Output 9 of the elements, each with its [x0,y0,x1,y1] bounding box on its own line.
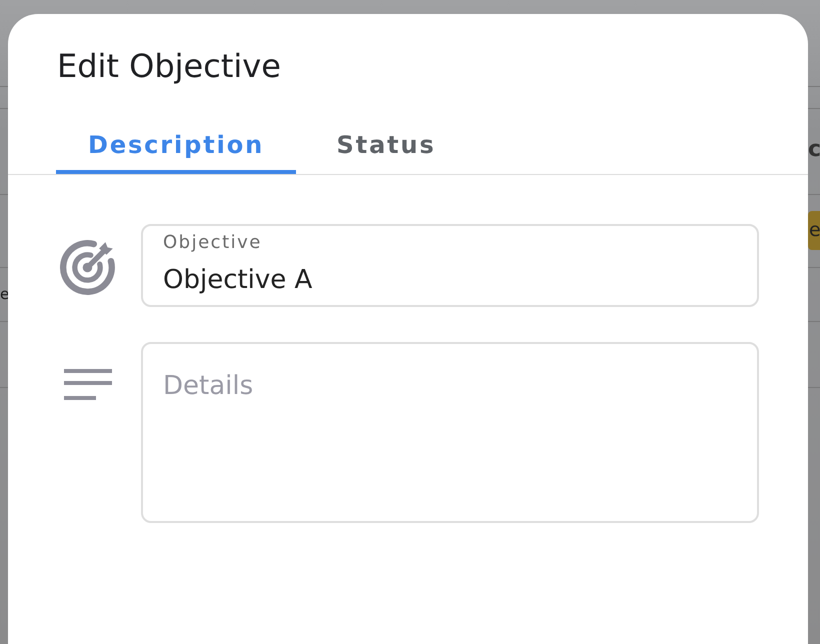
text-field[interactable]: Objective Objective A [141,224,759,307]
tab[interactable]: Description [56,118,296,174]
heading-text: c [808,139,820,161]
dialog-title: Edit Objective [56,46,282,84]
tab[interactable]: Status [296,118,476,174]
target-icon [60,240,116,296]
text-lines-icon [64,369,112,400]
table-cell: e [0,287,10,302]
status-badge: e [808,211,820,250]
